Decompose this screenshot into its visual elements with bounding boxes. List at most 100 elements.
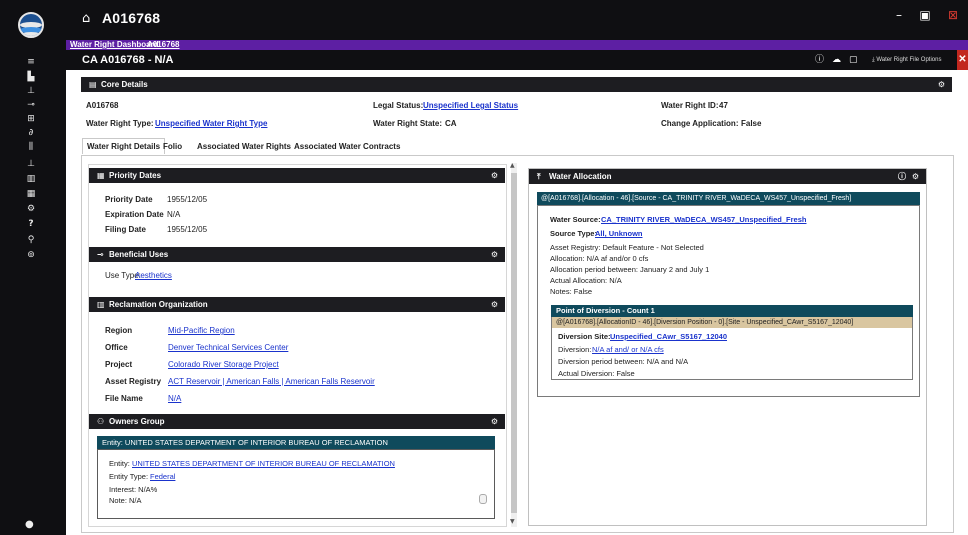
document-icon: ▤: [89, 80, 97, 89]
help-icon[interactable]: ?: [24, 219, 38, 229]
left-column-scrollbar-thumb[interactable]: [511, 173, 517, 513]
entity-header: Entity: UNITED STATES DEPARTMENT OF INTE…: [97, 436, 495, 449]
region-link[interactable]: Mid-Pacific Region: [168, 326, 235, 336]
maximize-button[interactable]: ▣: [917, 8, 933, 22]
upload-icon: ⤒: [537, 172, 541, 181]
owners-group-title: Owners Group: [109, 417, 165, 426]
tab-associated-water-contracts[interactable]: Associated Water Contracts: [290, 140, 404, 154]
tab-water-right-details[interactable]: Water Right Details: [82, 138, 166, 154]
asset-registry-link[interactable]: ACT Reservoir | American Falls | America…: [168, 377, 375, 387]
expiration-date-label: Expiration Date: [105, 210, 164, 219]
minimize-button[interactable]: –: [891, 8, 907, 22]
gear-icon[interactable]: ⚙: [491, 168, 498, 183]
entity-label: Entity:: [109, 459, 130, 468]
bank-icon[interactable]: ⊥: [24, 86, 38, 96]
close-window-button[interactable]: ⊠: [945, 8, 961, 22]
filing-date-value: 1955/12/05: [167, 225, 208, 234]
owners-group-header: ⚇ Owners Group ⚙: [89, 414, 505, 429]
region-label: Region: [105, 326, 133, 335]
file-options-button[interactable]: ⤓ Water Right File Options: [872, 55, 941, 65]
settings-icon[interactable]: ⚙: [24, 204, 38, 214]
reclamation-org-header: ▥ Reclamation Organization ⚙: [89, 297, 505, 312]
chart-icon[interactable]: ▥: [24, 174, 38, 184]
diversion-label: Diversion:: [558, 345, 592, 354]
home-icon[interactable]: ⌂: [82, 11, 90, 26]
water-right-state-label: Water Right State:: [373, 119, 443, 128]
close-record-button[interactable]: ✕: [957, 50, 968, 70]
source-type-label: Source Type:: [550, 229, 597, 238]
entity-type-link[interactable]: Federal: [150, 472, 175, 482]
institution-icon[interactable]: ⊥: [24, 159, 38, 169]
menu-icon[interactable]: ≡: [24, 57, 38, 67]
info-icon[interactable]: ⓘ: [898, 169, 906, 184]
gear-icon[interactable]: ⚙: [938, 77, 945, 92]
water-allocation-header: ⤒ Water Allocation ⓘ ⚙: [529, 169, 926, 184]
users-icon: ⚇: [97, 417, 105, 426]
use-type-link[interactable]: Aesthetics: [135, 271, 172, 281]
asset-registry-text: Asset Registry: Default Feature - Not Se…: [550, 243, 704, 252]
legal-status-link[interactable]: Unspecified Legal Status: [423, 101, 518, 111]
office-label: Office: [105, 343, 128, 352]
filing-date-label: Filing Date: [105, 225, 146, 234]
breadcrumb: Water Right Dashboard A016768: [66, 40, 968, 50]
source-type-link[interactable]: All, Unknown: [595, 229, 643, 239]
faucet-icon[interactable]: ⊸: [24, 100, 38, 110]
gear-icon[interactable]: ⚙: [491, 414, 498, 429]
search-icon[interactable]: ⚲: [24, 235, 38, 245]
diversion-subheader: @[A016768].[AllocationID - 46].[Diversio…: [551, 317, 913, 328]
file-name-link[interactable]: N/A: [168, 394, 181, 404]
beneficial-uses-title: Beneficial Uses: [109, 250, 169, 259]
actual-allocation-text: Actual Allocation: N/A: [550, 276, 622, 285]
gear-icon[interactable]: ⚙: [491, 247, 498, 262]
reclamation-org-title: Reclamation Organization: [109, 300, 208, 309]
water-source-label: Water Source:: [550, 215, 601, 224]
scroll-up-icon[interactable]: ▲: [510, 162, 515, 169]
user-icon[interactable]: ●: [25, 519, 37, 531]
breadcrumb-record-link[interactable]: A016768: [147, 40, 179, 50]
point-of-diversion-header: Point of Diversion - Count 1: [551, 305, 913, 317]
columns-icon[interactable]: ⫼: [24, 142, 38, 152]
tab-folio[interactable]: Folio: [159, 140, 186, 154]
copy-icon[interactable]: ▢: [849, 54, 858, 66]
record-bar: CA A016768 - N/A ⓘ ☁ ▢ ⤓ Water Right Fil…: [66, 50, 968, 70]
info-icon[interactable]: ⓘ: [815, 54, 824, 66]
link-icon[interactable]: ∂: [24, 128, 38, 138]
allocation-period-text: Allocation period between: January 2 and…: [550, 265, 710, 274]
gear-icon[interactable]: ⚙: [912, 169, 919, 184]
tab-associated-water-rights[interactable]: Associated Water Rights: [193, 140, 295, 154]
expiration-date-value: N/A: [167, 210, 181, 219]
record-id: A016768: [86, 101, 119, 110]
diversion-period-text: Diversion period between: N/A and N/A: [558, 357, 689, 366]
calendar-icon: ▦: [97, 171, 105, 180]
priority-date-value: 1955/12/05: [167, 195, 208, 204]
change-application-value: False: [741, 119, 762, 128]
project-label: Project: [105, 360, 133, 369]
diversion-site-label: Diversion Site:: [558, 332, 611, 341]
allocation-text: Allocation: N/A af and/or 0 cfs: [550, 254, 649, 263]
note-text: Note: N/A: [109, 496, 142, 505]
core-details-header: ▤ Core Details ⚙: [81, 77, 952, 92]
cloud-icon[interactable]: ☁: [832, 54, 841, 66]
gear-icon[interactable]: ⚙: [491, 297, 498, 312]
water-source-link[interactable]: CA_TRINITY RIVER_WaDECA_WS457_Unspecifie…: [601, 215, 806, 225]
factory-icon[interactable]: ▙: [24, 72, 38, 82]
table-icon[interactable]: ▦: [24, 189, 38, 199]
priority-date-label: Priority Date: [105, 195, 153, 204]
question-circle-icon[interactable]: ⊚: [24, 250, 38, 260]
entity-link[interactable]: UNITED STATES DEPARTMENT OF INTERIOR BUR…: [132, 459, 395, 469]
core-details-title: Core Details: [101, 80, 148, 89]
breadcrumb-dashboard-link[interactable]: Water Right Dashboard: [70, 40, 159, 50]
scroll-down-icon[interactable]: ▼: [510, 518, 515, 525]
change-application-label: Change Application:: [661, 119, 739, 128]
network-icon[interactable]: ⊞: [24, 114, 38, 124]
water-right-type-link[interactable]: Unspecified Water Right Type: [155, 119, 267, 129]
app-logo[interactable]: [18, 12, 44, 38]
diversion-link[interactable]: N/A af and/ or N/A cfs: [592, 345, 664, 355]
water-right-type-label: Water Right Type:: [86, 119, 154, 128]
owners-scroll-stepper[interactable]: [479, 494, 487, 504]
water-right-state-value: CA: [445, 119, 457, 128]
file-name-label: File Name: [105, 394, 143, 403]
project-link[interactable]: Colorado River Storage Project: [168, 360, 279, 370]
office-link[interactable]: Denver Technical Services Center: [168, 343, 288, 353]
diversion-site-link[interactable]: Unspecified_CAwr_S5167_12040: [610, 332, 727, 342]
